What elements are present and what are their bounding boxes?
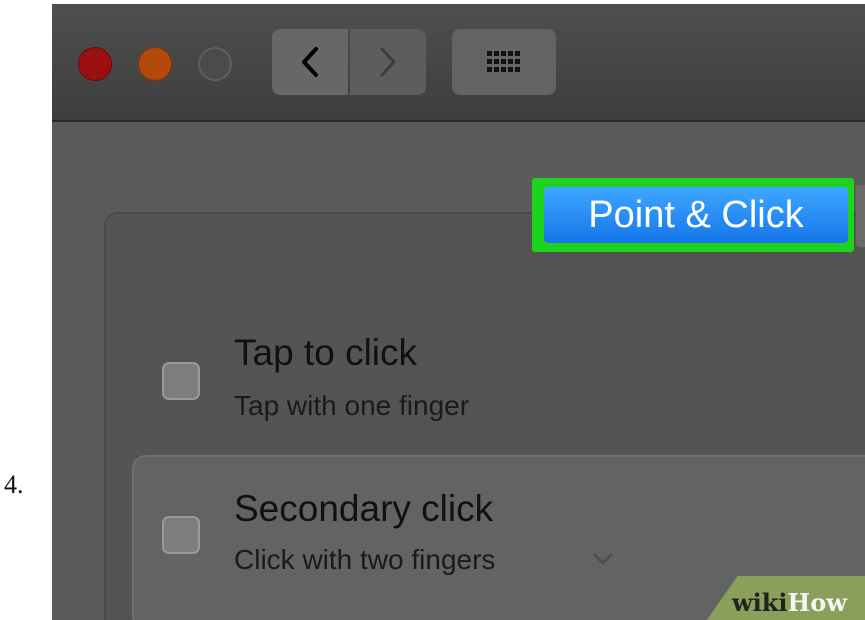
chevron-left-icon [302, 47, 318, 77]
back-button[interactable] [272, 29, 348, 95]
secondary-click-checkbox[interactable] [162, 516, 200, 554]
step-number: 4. [4, 470, 24, 499]
show-all-button[interactable] [452, 29, 556, 95]
system-preferences-window: Point & Click Tap to click Tap with one … [52, 4, 865, 620]
window-toolbar [52, 4, 865, 122]
secondary-click-description: Click with two fingers [234, 544, 496, 575]
forward-button[interactable] [350, 29, 426, 95]
tap-to-click-checkbox[interactable] [162, 362, 200, 400]
zoom-window-button[interactable] [198, 47, 232, 81]
chevron-right-icon [380, 47, 396, 77]
tap-to-click-description: Tap with one finger [234, 390, 470, 421]
secondary-click-title: Secondary click [234, 488, 494, 529]
grid-icon [487, 51, 520, 72]
chevron-down-icon[interactable] [592, 552, 614, 566]
tab-point-and-click[interactable]: Point & Click [544, 187, 848, 243]
tap-to-click-title: Tap to click [234, 332, 418, 373]
wikihow-watermark: wikiHow [732, 588, 847, 617]
minimize-window-button[interactable] [138, 47, 172, 81]
next-tab-edge[interactable] [856, 185, 865, 247]
close-window-button[interactable] [78, 47, 112, 81]
